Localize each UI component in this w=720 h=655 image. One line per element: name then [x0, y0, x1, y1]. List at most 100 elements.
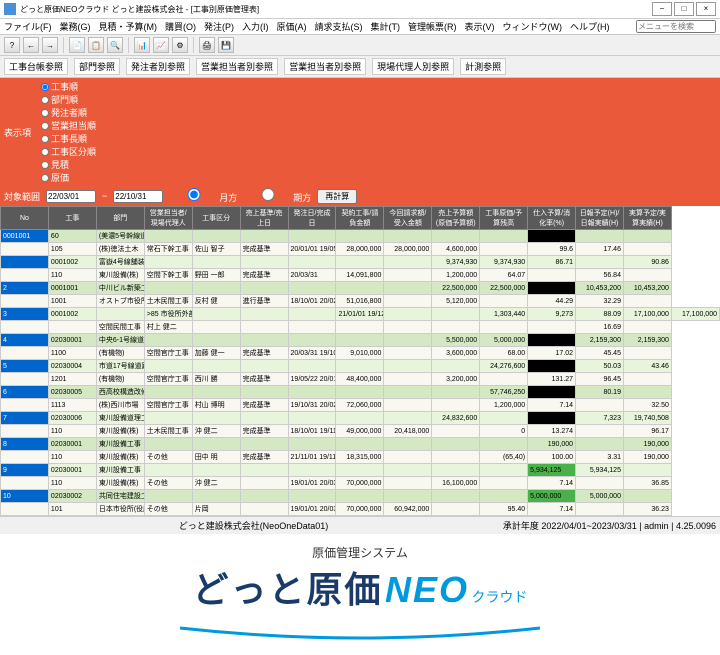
table-row[interactable]: 110東川設備(株)土木民間工事沖 健二完成基準18/10/01 19/11/0… — [1, 425, 720, 438]
tool-icon[interactable]: 🔍 — [107, 37, 123, 53]
menu-item[interactable]: 購買(O) — [165, 20, 196, 33]
menu-item[interactable]: 入力(I) — [242, 20, 269, 33]
column-header[interactable]: No — [1, 207, 49, 230]
view-tab[interactable]: 計測参照 — [460, 58, 506, 75]
scope-period-radio[interactable] — [243, 188, 293, 201]
menu-item[interactable]: 集計(T) — [371, 20, 401, 33]
filter-radio[interactable] — [41, 122, 49, 130]
column-header[interactable]: 工事原価/予算残高 — [480, 207, 528, 230]
filter-radio[interactable] — [41, 174, 49, 182]
menu-item[interactable]: 見積・予算(M) — [99, 20, 158, 33]
menu-item[interactable]: 表示(V) — [465, 20, 495, 33]
cell: 3,200,000 — [432, 373, 480, 386]
menu-item[interactable]: 原価(A) — [277, 20, 307, 33]
cell: 68.00 — [480, 347, 528, 360]
view-tab[interactable]: 部門参照 — [74, 58, 120, 75]
column-header[interactable]: 契約工事/請負金額 — [336, 207, 384, 230]
table-row[interactable]: 101日本市役所(役所)その他片岡19/01/01 20/03/3170,000… — [1, 503, 720, 516]
menu-item[interactable]: ウィンドウ(W) — [503, 20, 563, 33]
cell: その他 — [144, 477, 192, 490]
cell: 0001001 — [1, 230, 49, 243]
table-row[interactable]: 0001002富嶽4号線舗装工事9,374,9309,374,93086.719… — [1, 256, 720, 269]
tool-icon[interactable]: 📊 — [134, 37, 150, 53]
menu-item[interactable]: ヘルプ(H) — [570, 20, 610, 33]
scope-month-radio[interactable] — [169, 188, 219, 201]
table-row[interactable]: 20001001中川ビル新築工事22,500,00022,500,000100.… — [1, 282, 720, 295]
cell — [480, 438, 528, 451]
column-header[interactable]: 部門 — [96, 207, 144, 230]
tool-icon[interactable]: 💾 — [218, 37, 234, 53]
date-from-input[interactable] — [46, 190, 96, 203]
filter-radio[interactable] — [41, 109, 49, 117]
cell: 5,500,000 — [528, 334, 576, 347]
table-row[interactable]: 110東川設備(株)その他田中 明完成基準21/11/01 19/11/0118… — [1, 451, 720, 464]
column-header[interactable]: 仕入予算/消化率(%) — [528, 207, 576, 230]
column-header[interactable]: 発注日/完成日 — [288, 207, 336, 230]
forward-icon[interactable]: → — [42, 37, 58, 53]
date-to-input[interactable] — [113, 190, 163, 203]
close-button[interactable]: × — [696, 2, 716, 16]
table-row[interactable]: 1113(株)西川市場空間官庁工事村山 博明完成基準19/10/31 20/02… — [1, 399, 720, 412]
column-header[interactable]: 売上基準/売上日 — [240, 207, 288, 230]
toolbar: ? ← → 📄 📋 🔍 📊 📈 ⚙ 🖨 💾 — [0, 35, 720, 56]
table-row[interactable]: 902030001東川設備工事5,934,1255,934,125 — [1, 464, 720, 477]
filter-label: 表示項 — [4, 126, 31, 139]
column-header[interactable]: 今回請求額/受入金額 — [384, 207, 432, 230]
table-row[interactable]: 802030001東川設備工事190,000190,000 — [1, 438, 720, 451]
cell — [576, 477, 624, 490]
view-tab[interactable]: 営業担当者別参照 — [284, 58, 366, 75]
column-header[interactable]: 工事 — [48, 207, 96, 230]
view-tab[interactable]: 営業担当者別参照 — [196, 58, 278, 75]
table-row[interactable]: 702030006東川設備道理工事24,832,6007,32319,740,5… — [1, 412, 720, 425]
table-row[interactable]: 110東川設備(株)空間下幹工事野田 一郎完成基準20/03/3114,091,… — [1, 269, 720, 282]
back-icon[interactable]: ← — [23, 37, 39, 53]
cell: 45.45 — [576, 347, 624, 360]
table-row[interactable]: 空間民間工事村上 健二16.69 — [1, 321, 720, 334]
column-header[interactable]: 実算予定/実算実績(H) — [623, 207, 671, 230]
help-icon[interactable]: ? — [4, 37, 20, 53]
table-row[interactable]: 1100(有機物)空間官庁工事加藤 健一完成基準20/03/31 19/10/1… — [1, 347, 720, 360]
cell: 東川設備道理工事 — [96, 412, 144, 425]
column-header[interactable]: 工事区分 — [192, 207, 240, 230]
tool-icon[interactable]: 📋 — [88, 37, 104, 53]
minimize-button[interactable]: − — [652, 2, 672, 16]
tool-icon[interactable]: 🖨 — [199, 37, 215, 53]
table-row[interactable]: 000100160(美濃5号幹線道路改良工事) — [1, 230, 720, 243]
view-tab[interactable]: 現場代理人別参照 — [372, 58, 454, 75]
table-row[interactable]: 110東川設備(株)その他沖 健二19/01/01 20/03/3170,000… — [1, 477, 720, 490]
table-row[interactable]: 30001002>85 市役所外部工事所21/01/01 19/12/311,3… — [1, 308, 720, 321]
menu-search-input[interactable] — [636, 20, 716, 33]
filter-radio[interactable] — [41, 83, 49, 91]
table-row[interactable]: 105(株)徳法土木常石下幹工事佐山 智子完成基準20/01/01 19/05/… — [1, 243, 720, 256]
column-header[interactable]: 日報予定(H)/日報実績(H) — [576, 207, 624, 230]
column-header[interactable]: 売上予算額(原価予算額) — [432, 207, 480, 230]
maximize-button[interactable]: □ — [674, 2, 694, 16]
menu-item[interactable]: 業務(G) — [60, 20, 91, 33]
menu-item[interactable]: 請求支払(S) — [315, 20, 363, 33]
menu-item[interactable]: 発注(P) — [204, 20, 234, 33]
table-row[interactable]: 1201(有機物)空間官庁工事西川 勝完成基準19/05/22 20/01/31… — [1, 373, 720, 386]
filter-radio[interactable] — [41, 148, 49, 156]
filter-radio[interactable] — [41, 96, 49, 104]
table-row[interactable]: 402030001中央6-1号線道路改良工事5,500,0005,000,000… — [1, 334, 720, 347]
menu-item[interactable]: 管理帳票(R) — [408, 20, 457, 33]
filter-radio[interactable] — [41, 135, 49, 143]
tool-icon[interactable]: 📈 — [153, 37, 169, 53]
table-row[interactable]: 1002030002共同住宅建設工事5,000,0005,000,000 — [1, 490, 720, 503]
cell — [432, 451, 480, 464]
tool-icon[interactable]: 📄 — [69, 37, 85, 53]
cell — [384, 451, 432, 464]
table-row[interactable]: 602030005西高校構造改修工事57,746,25080.19 — [1, 386, 720, 399]
menu-item[interactable]: ファイル(F) — [4, 20, 52, 33]
recalc-button[interactable]: 再計算 — [317, 189, 357, 204]
filter-radio[interactable] — [41, 161, 49, 169]
view-tab[interactable]: 発注者別参照 — [126, 58, 190, 75]
data-grid[interactable]: No工事部門営業担当者/現場代理人工事区分売上基準/売上日発注日/完成日契約工事… — [0, 206, 720, 516]
table-row[interactable]: 502030004市道17号線道路24,276,60021,876,60050.… — [1, 360, 720, 373]
column-header[interactable]: 営業担当者/現場代理人 — [144, 207, 192, 230]
cell: 5,000,000 — [528, 490, 576, 503]
view-tab[interactable]: 工事台帳参照 — [4, 58, 68, 75]
tool-icon[interactable]: ⚙ — [172, 37, 188, 53]
cell: 110 — [48, 269, 96, 282]
table-row[interactable]: 1001オストブ市役所(株)土木民間工事反村 健進行基準18/10/01 20/… — [1, 295, 720, 308]
